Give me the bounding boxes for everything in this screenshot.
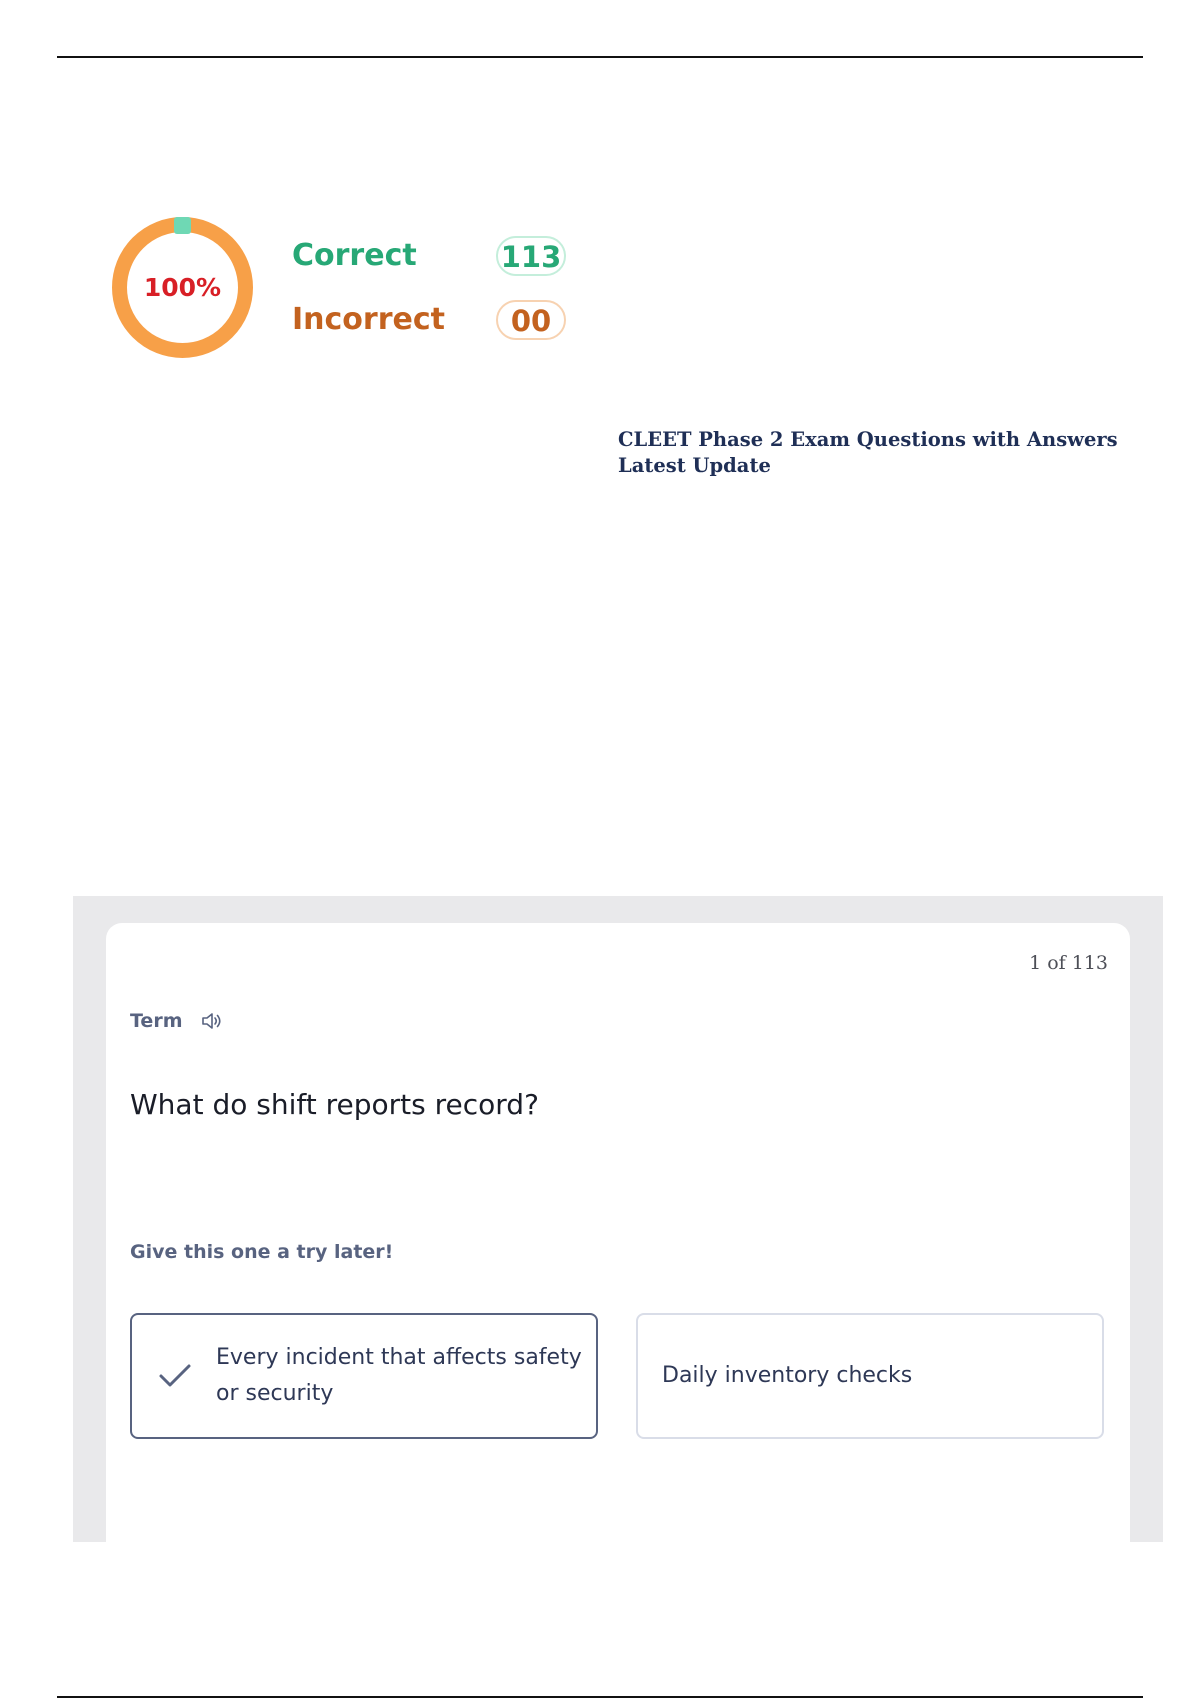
- flashcard: 1 of 113 Term What do shift reports reco…: [106, 923, 1130, 1542]
- answer-option-text: Daily inventory checks: [662, 1363, 913, 1388]
- card-counter: 1 of 113: [1029, 952, 1108, 974]
- score-ring-chart: 100%: [110, 215, 255, 360]
- term-label: Term: [130, 1010, 183, 1032]
- speaker-icon[interactable]: [201, 1011, 223, 1031]
- bottom-rule: [57, 1696, 1143, 1698]
- flashcard-panel: 1 of 113 Term What do shift reports reco…: [73, 896, 1163, 1542]
- answer-option-text: Every incident that affects safety or se…: [216, 1345, 582, 1406]
- answer-option-selected[interactable]: Every incident that affects safety or se…: [130, 1313, 598, 1439]
- answer-option[interactable]: Daily inventory checks: [636, 1313, 1104, 1439]
- check-icon: [158, 1361, 192, 1391]
- question-text: What do shift reports record?: [130, 1088, 539, 1121]
- correct-label: Correct: [292, 238, 417, 273]
- incorrect-label: Incorrect: [292, 302, 445, 337]
- score-percent: 100%: [143, 273, 222, 302]
- incorrect-count-badge: 00: [496, 300, 566, 340]
- top-rule: [57, 56, 1143, 58]
- correct-count-badge: 113: [496, 236, 566, 276]
- term-header: Term: [130, 1010, 223, 1032]
- try-later-hint: Give this one a try later!: [130, 1241, 394, 1263]
- document-title: CLEET Phase 2 Exam Questions with Answer…: [618, 428, 1118, 477]
